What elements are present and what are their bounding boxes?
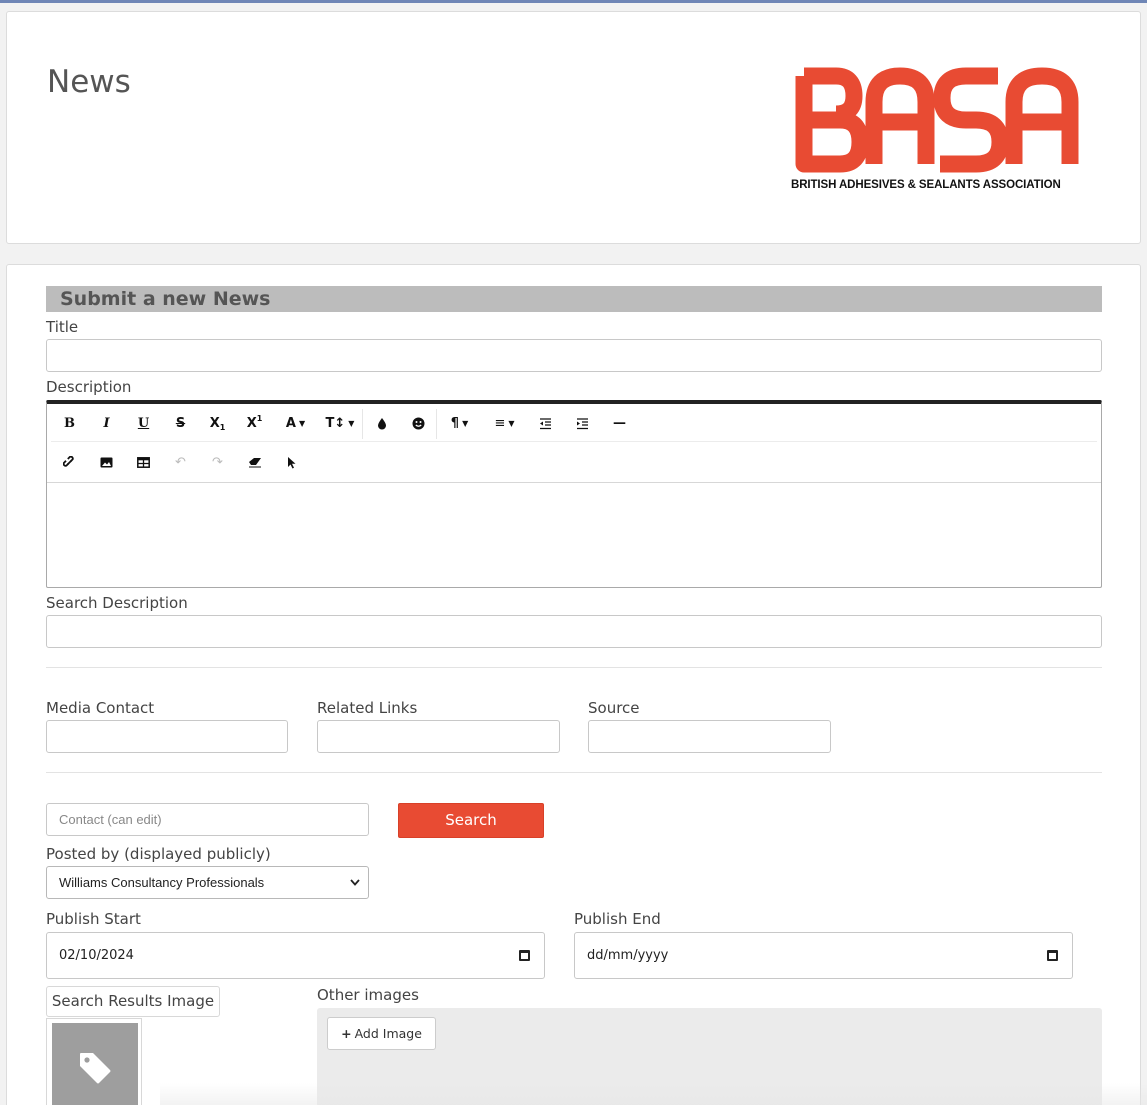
other-images-area: + Add Image — [317, 1008, 1102, 1105]
related-links-input[interactable] — [317, 720, 560, 753]
superscript-icon[interactable]: X1 — [236, 409, 273, 439]
search-description-input[interactable] — [46, 615, 1102, 648]
highlight-icon[interactable] — [363, 409, 400, 439]
source-input[interactable] — [588, 720, 831, 753]
calendar-icon[interactable] — [519, 950, 530, 961]
align-icon[interactable]: ≡ ▼ — [482, 409, 527, 439]
indent-icon[interactable] — [564, 409, 601, 439]
publish-end-label: Publish End — [574, 910, 661, 928]
title-input[interactable] — [46, 339, 1102, 372]
publish-start-date[interactable]: 02/10/2024 — [46, 932, 545, 979]
description-editor: B I U S X1 X1 A ▼ T↕ ▼ ¶ ▼ ≡ ▼ — ↶ ↷ — [46, 400, 1102, 588]
related-links-label: Related Links — [317, 699, 418, 717]
publish-start-value: 02/10/2024 — [59, 948, 134, 963]
chevron-down-icon — [350, 867, 360, 899]
add-image-label: Add Image — [354, 1026, 422, 1041]
subscript-icon[interactable]: X1 — [199, 409, 236, 439]
editor-toolbar-row-1: B I U S X1 X1 A ▼ T↕ ▼ ¶ ▼ ≡ ▼ — — [51, 406, 1097, 442]
other-images-label: Other images — [317, 986, 419, 1004]
redo-icon[interactable]: ↷ — [199, 447, 236, 477]
italic-icon[interactable]: I — [88, 409, 125, 439]
search-results-image-tab[interactable]: Search Results Image — [46, 986, 220, 1017]
search-button[interactable]: Search — [398, 803, 544, 838]
table-icon[interactable] — [125, 447, 162, 477]
section-title: Submit a new News — [46, 286, 1102, 312]
eraser-icon[interactable] — [236, 447, 273, 477]
horizontal-rule-icon[interactable]: — — [601, 409, 638, 439]
posted-by-label: Posted by (displayed publicly) — [46, 845, 271, 863]
publish-end-date[interactable]: dd/mm/yyyy — [574, 932, 1073, 979]
publish-start-label: Publish Start — [46, 910, 141, 928]
publish-end-placeholder: dd/mm/yyyy — [587, 948, 669, 963]
editor-content-area[interactable] — [47, 483, 1101, 587]
link-icon[interactable] — [51, 447, 88, 477]
font-color-icon[interactable]: A ▼ — [273, 409, 318, 439]
bold-icon[interactable]: B — [51, 409, 88, 439]
description-label: Description — [46, 378, 132, 396]
search-results-image-frame[interactable] — [46, 1018, 142, 1105]
plus-icon: + — [341, 1026, 352, 1041]
media-contact-label: Media Contact — [46, 699, 155, 717]
add-image-button[interactable]: + Add Image — [327, 1017, 436, 1050]
source-label: Source — [588, 699, 640, 717]
emoji-icon[interactable] — [400, 408, 437, 439]
select-pointer-icon[interactable] — [273, 447, 310, 477]
title-label: Title — [46, 318, 79, 336]
posted-by-value: Williams Consultancy Professionals — [59, 875, 265, 890]
underline-icon[interactable]: U — [125, 409, 162, 439]
divider — [46, 772, 1102, 773]
editor-toolbar-row-2: ↶ ↷ — [51, 444, 1097, 480]
calendar-icon[interactable] — [1047, 950, 1058, 961]
undo-icon[interactable]: ↶ — [162, 447, 199, 477]
search-description-label: Search Description — [46, 594, 188, 612]
outdent-icon[interactable] — [527, 409, 564, 439]
paragraph-icon[interactable]: ¶ ▼ — [437, 409, 482, 439]
page-title: News — [47, 64, 131, 100]
font-size-icon[interactable]: T↕ ▼ — [318, 408, 363, 439]
contact-search-input[interactable]: Contact (can edit) — [46, 803, 369, 836]
posted-by-select[interactable]: Williams Consultancy Professionals — [46, 866, 369, 899]
tag-icon — [80, 1053, 111, 1084]
form-panel: Submit a new News Title Description B I … — [6, 264, 1141, 1105]
media-contact-input[interactable] — [46, 720, 288, 753]
image-placeholder — [52, 1023, 138, 1105]
logo-caption: BRITISH ADHESIVES & SEALANTS ASSOCIATION — [791, 179, 1061, 191]
strikethrough-icon[interactable]: S — [162, 409, 199, 439]
divider — [46, 667, 1102, 668]
header-panel: News BRITISH ADHESIVES & SEALANTS ASSOCI… — [6, 11, 1141, 244]
image-icon[interactable] — [88, 447, 125, 477]
